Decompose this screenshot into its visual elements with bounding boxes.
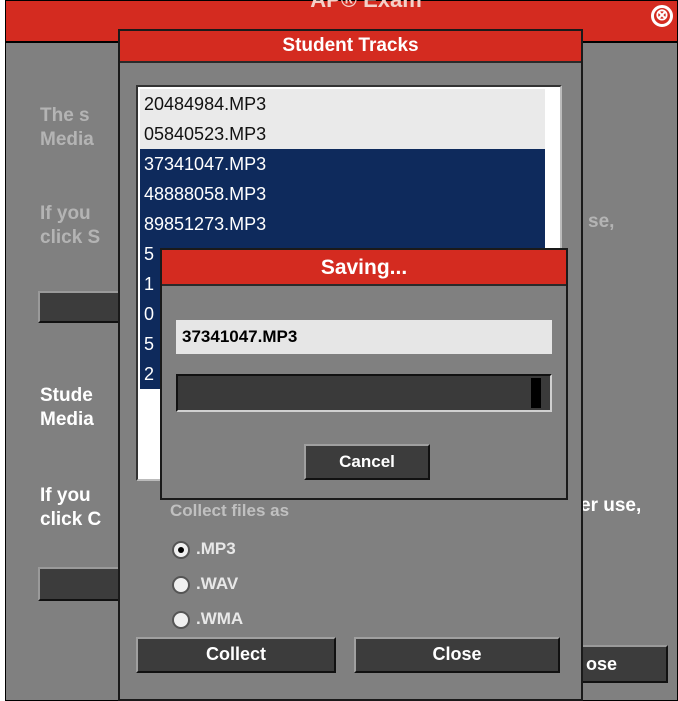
progress-indicator xyxy=(531,378,541,408)
saving-progress-bar xyxy=(176,374,552,412)
main-close-button[interactable]: ose xyxy=(574,645,668,683)
tracks-title-bar: Student Tracks xyxy=(120,31,581,63)
track-item[interactable]: 20484984.MP3 xyxy=(140,89,545,119)
track-item[interactable]: 37341047.MP3 xyxy=(140,149,545,179)
main-text-line: er use, xyxy=(580,495,642,516)
main-text-line: se, xyxy=(588,211,615,232)
progress-fill xyxy=(178,376,543,410)
main-collect-button[interactable] xyxy=(38,567,128,601)
format-label-mp3: .MP3 xyxy=(196,539,236,558)
section-heading-line: Stude xyxy=(40,385,93,406)
main-text-line: click S xyxy=(40,227,101,248)
track-item[interactable]: 05840523.MP3 xyxy=(140,119,545,149)
collect-button[interactable]: Collect xyxy=(136,637,336,673)
collect-files-label: Collect files as xyxy=(170,501,290,520)
track-item[interactable]: 89851273.MP3 xyxy=(140,209,545,239)
close-circle-icon[interactable]: ⊗ xyxy=(651,5,673,27)
main-title: AP® Exam xyxy=(236,0,496,17)
main-text-line: If you xyxy=(40,203,91,224)
track-item[interactable]: 48888058.MP3 xyxy=(140,179,545,209)
saving-dialog: Saving... 37341047.MP3 Cancel xyxy=(160,248,568,500)
close-button[interactable]: Close xyxy=(354,637,560,673)
main-text-line: click C xyxy=(40,509,102,530)
main-text-line: Media xyxy=(40,129,94,150)
format-radio-mp3[interactable] xyxy=(172,541,190,559)
format-label-wma: .WMA xyxy=(196,609,244,628)
main-text-line: The s xyxy=(40,105,90,126)
section-heading-line: Media xyxy=(40,409,94,430)
saving-title-bar: Saving... xyxy=(162,250,566,286)
saving-filename: 37341047.MP3 xyxy=(176,320,552,354)
main-text-line: If you xyxy=(40,485,91,506)
cancel-button[interactable]: Cancel xyxy=(304,444,430,480)
main-save-button[interactable] xyxy=(38,291,128,323)
format-radio-wav[interactable] xyxy=(172,576,190,594)
format-radio-wma[interactable] xyxy=(172,611,190,629)
radio-checked-dot xyxy=(178,547,184,553)
format-label-wav: .WAV xyxy=(196,574,239,593)
